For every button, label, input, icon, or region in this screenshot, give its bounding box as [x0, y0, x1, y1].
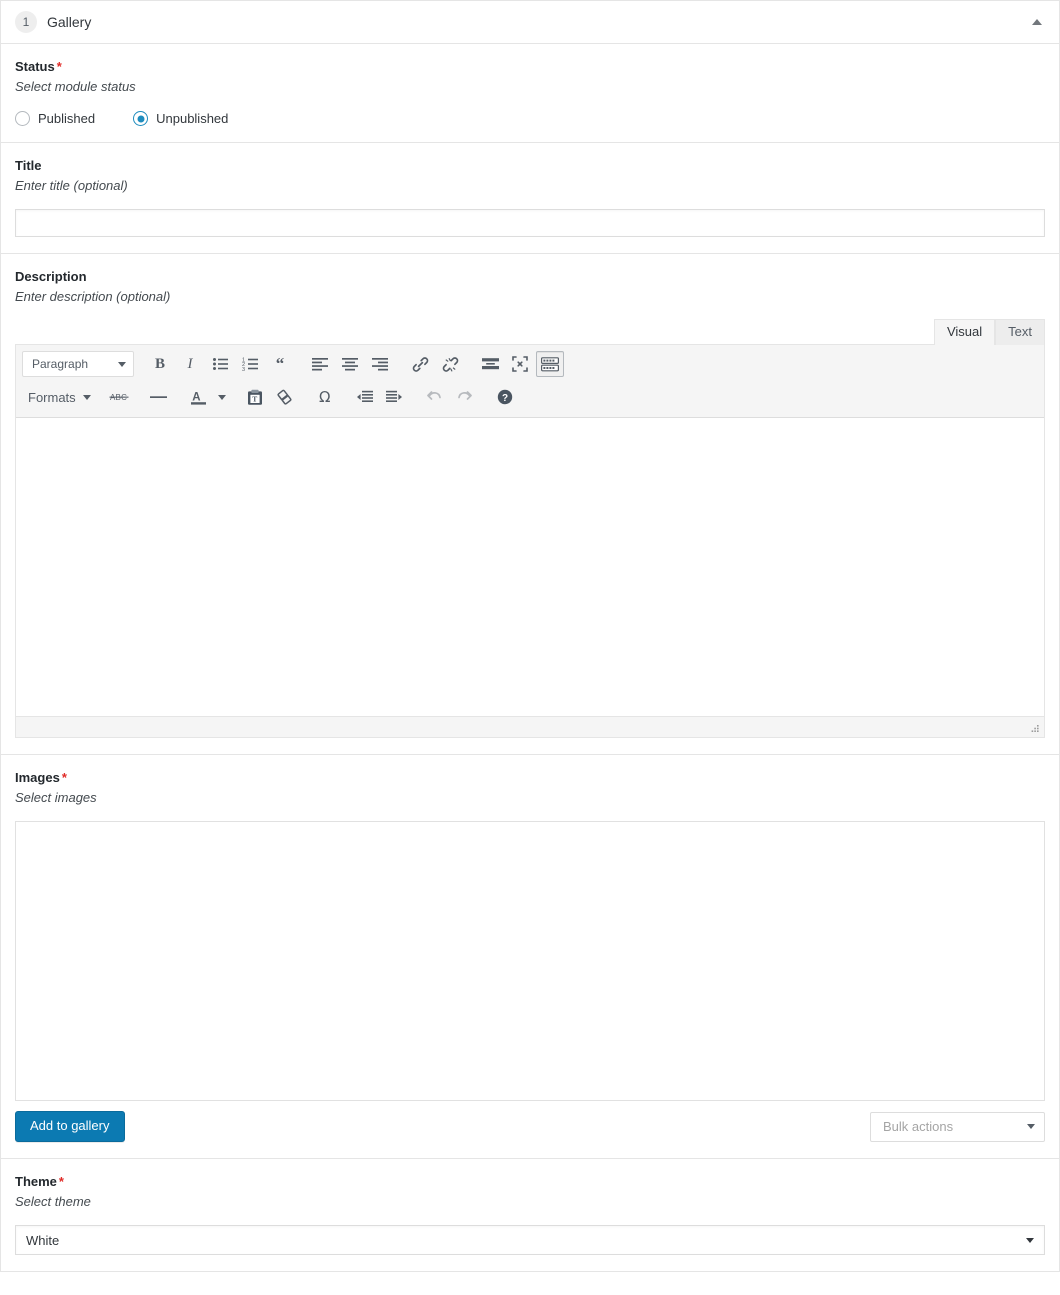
add-to-gallery-button[interactable]: Add to gallery [15, 1111, 125, 1142]
theme-description: Select theme [15, 1194, 91, 1209]
editor-container: Paragraph B I 1 2 3 “ Formats ABC A T Ω … [15, 344, 1045, 738]
special-character-icon[interactable]: Ω [311, 384, 339, 410]
description-label-text: Description [15, 269, 87, 284]
status-field-section: Status * Select module status Published U… [0, 44, 1060, 143]
horizontal-rule-icon[interactable] [145, 384, 173, 410]
images-footer: Add to gallery Bulk actions [15, 1111, 1045, 1142]
strikethrough-icon[interactable]: ABC [105, 384, 133, 410]
indent-icon[interactable] [381, 384, 409, 410]
status-required-marker: * [56, 59, 62, 74]
status-radio-unpublished-label: Unpublished [156, 111, 229, 126]
tab-visual[interactable]: Visual [933, 319, 996, 345]
svg-text:?: ? [502, 393, 508, 404]
theme-required-marker: * [58, 1174, 64, 1189]
svg-text:A: A [192, 391, 200, 403]
chevron-down-icon [82, 394, 91, 400]
paragraph-format-value: Paragraph [32, 357, 89, 371]
status-label-text: Status [15, 59, 55, 74]
editor-statusbar [16, 716, 1044, 737]
title-description: Enter title (optional) [15, 178, 128, 193]
theme-select-value: White [26, 1232, 60, 1248]
theme-label-text: Theme [15, 1174, 57, 1189]
keyboard-shortcuts-icon[interactable]: ? [491, 384, 519, 410]
editor-mode-tabs: Visual Text [15, 319, 1045, 345]
description-description: Enter description (optional) [15, 289, 171, 304]
paragraph-format-select[interactable]: Paragraph [22, 351, 134, 377]
italic-icon[interactable]: I [176, 351, 204, 377]
editor-content-area[interactable] [16, 418, 1044, 716]
svg-text:3: 3 [242, 367, 245, 372]
status-radio-published[interactable]: Published [15, 111, 95, 126]
read-more-icon[interactable] [476, 351, 504, 377]
outdent-icon[interactable] [351, 384, 379, 410]
status-label: Status * [15, 58, 1045, 76]
align-right-icon[interactable] [366, 351, 394, 377]
images-dropzone[interactable] [15, 821, 1045, 1101]
theme-field-section: Theme * Select theme White [0, 1159, 1060, 1272]
undo-icon[interactable] [421, 384, 449, 410]
panel-title: Gallery [47, 14, 92, 30]
formats-select[interactable]: Formats [22, 384, 99, 410]
images-description: Select images [15, 790, 97, 805]
blockquote-icon[interactable]: “ [266, 351, 294, 377]
images-label: Images * [15, 769, 1045, 787]
unlink-icon[interactable] [436, 351, 464, 377]
text-color-dropdown-icon[interactable] [215, 384, 229, 410]
images-label-text: Images [15, 770, 60, 785]
tab-text[interactable]: Text [995, 319, 1045, 345]
editor-toolbar-row-2: Formats ABC A T Ω ? [16, 382, 1044, 417]
status-radio-unpublished[interactable]: Unpublished [133, 111, 228, 126]
collapse-toggle-button[interactable] [1029, 14, 1045, 30]
bulk-actions-value: Bulk actions [883, 1119, 954, 1134]
status-radio-published-label: Published [38, 111, 96, 126]
redo-icon[interactable] [451, 384, 479, 410]
bulk-actions-select[interactable]: Bulk actions [870, 1111, 1045, 1142]
clear-formatting-icon[interactable] [271, 384, 299, 410]
editor-toolbar: Paragraph B I 1 2 3 “ Formats ABC A T Ω … [16, 345, 1044, 418]
insert-link-icon[interactable] [406, 351, 434, 377]
title-field-section: Title Enter title (optional) [0, 143, 1060, 254]
title-label-text: Title [15, 158, 42, 173]
align-center-icon[interactable] [336, 351, 364, 377]
description-field-section: Description Enter description (optional)… [0, 254, 1060, 755]
status-description: Select module status [15, 79, 136, 94]
fullscreen-icon[interactable] [506, 351, 534, 377]
align-left-icon[interactable] [306, 351, 334, 377]
images-field-section: Images * Select images Add to gallery Bul… [0, 755, 1060, 1159]
gallery-module-form: 1 Gallery Status * Select module status P… [0, 0, 1060, 1295]
title-label: Title [15, 157, 1045, 175]
bullet-list-icon[interactable] [206, 351, 234, 377]
caret-up-icon [1032, 19, 1042, 25]
numbered-list-icon[interactable]: 1 2 3 [236, 351, 264, 377]
text-color-icon[interactable]: A [185, 384, 213, 410]
theme-select[interactable]: White [15, 1225, 1045, 1255]
panel-number-badge: 1 [15, 11, 37, 33]
paste-as-text-icon[interactable]: T [241, 384, 269, 410]
description-label: Description [15, 268, 1045, 286]
chevron-down-icon [1027, 1124, 1035, 1129]
formats-select-label: Formats [28, 389, 76, 405]
editor-toolbar-row-1: Paragraph B I 1 2 3 “ [16, 345, 1044, 382]
chevron-down-icon [1026, 1237, 1034, 1243]
chevron-down-icon [118, 361, 126, 367]
images-required-marker: * [61, 770, 67, 785]
theme-label: Theme * [15, 1173, 1045, 1191]
title-input[interactable] [15, 209, 1045, 237]
svg-text:T: T [252, 394, 257, 403]
toolbar-toggle-icon[interactable] [536, 351, 564, 377]
panel-header[interactable]: 1 Gallery [0, 0, 1060, 44]
rich-text-editor: Visual Text Paragraph B I 1 2 3 “ Format… [15, 319, 1045, 738]
status-radio-group: Published Unpublished [15, 111, 1045, 126]
bold-icon[interactable]: B [146, 351, 174, 377]
radio-circle-icon [15, 111, 30, 126]
editor-resize-handle[interactable] [1029, 723, 1041, 735]
radio-circle-selected-icon [133, 111, 149, 126]
